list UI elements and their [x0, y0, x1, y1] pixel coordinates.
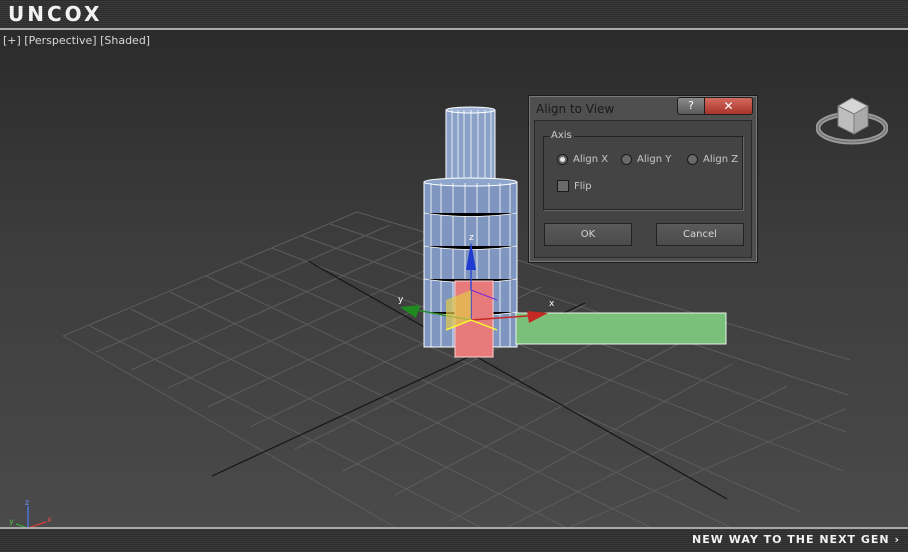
align-y-radio[interactable]: Align Y	[621, 154, 671, 165]
gizmo-x-label: x	[549, 299, 555, 309]
align-x-label: Align X	[573, 154, 609, 165]
cancel-button[interactable]: Cancel	[656, 223, 744, 246]
flip-label: Flip	[574, 180, 592, 192]
tagline-text: NEW WAY TO THE NEXT GEN ›	[692, 533, 900, 546]
radio-unselected-icon[interactable]	[687, 154, 698, 165]
perspective-viewport[interactable]: [+] [Perspective] [Shaded] z x y z x y	[0, 30, 908, 527]
ok-button[interactable]: OK	[544, 223, 632, 246]
scene-canvas: z x y	[62, 106, 851, 527]
close-button[interactable]: ✕	[704, 97, 753, 115]
dialog-body: Axis Align X Align Y Align Z Flip OK Can…	[534, 120, 752, 258]
help-button[interactable]: ?	[677, 97, 705, 115]
green-plane-object[interactable]	[515, 312, 727, 345]
flip-checkbox[interactable]: Flip	[557, 180, 592, 192]
bottom-banner: NEW WAY TO THE NEXT GEN ›	[0, 529, 908, 552]
gizmo-z-label: z	[469, 233, 474, 243]
align-to-view-dialog[interactable]: Align to View ? ✕ Axis Align X Align Y A…	[528, 95, 758, 263]
align-x-radio[interactable]: Align X	[557, 154, 608, 165]
axis-groupbox	[543, 136, 743, 210]
svg-text:y: y	[9, 517, 14, 526]
radio-unselected-icon[interactable]	[621, 154, 632, 165]
view-cube-icon[interactable]	[816, 92, 888, 152]
svg-text:x: x	[47, 515, 52, 524]
checkbox-icon[interactable]	[557, 180, 569, 192]
radio-selected-icon[interactable]	[557, 154, 568, 165]
align-z-label: Align Z	[703, 154, 739, 165]
axis-tripod-icon: z x y	[9, 498, 52, 527]
axis-group-label: Axis	[549, 130, 574, 141]
align-z-radio[interactable]: Align Z	[687, 154, 738, 165]
gizmo-y-label: y	[398, 295, 404, 305]
align-y-label: Align Y	[637, 154, 672, 165]
dialog-title[interactable]: Align to View	[536, 102, 614, 116]
top-banner: UNCOX	[0, 0, 908, 28]
uncox-logo: UNCOX	[8, 2, 103, 26]
svg-text:z: z	[25, 498, 29, 507]
